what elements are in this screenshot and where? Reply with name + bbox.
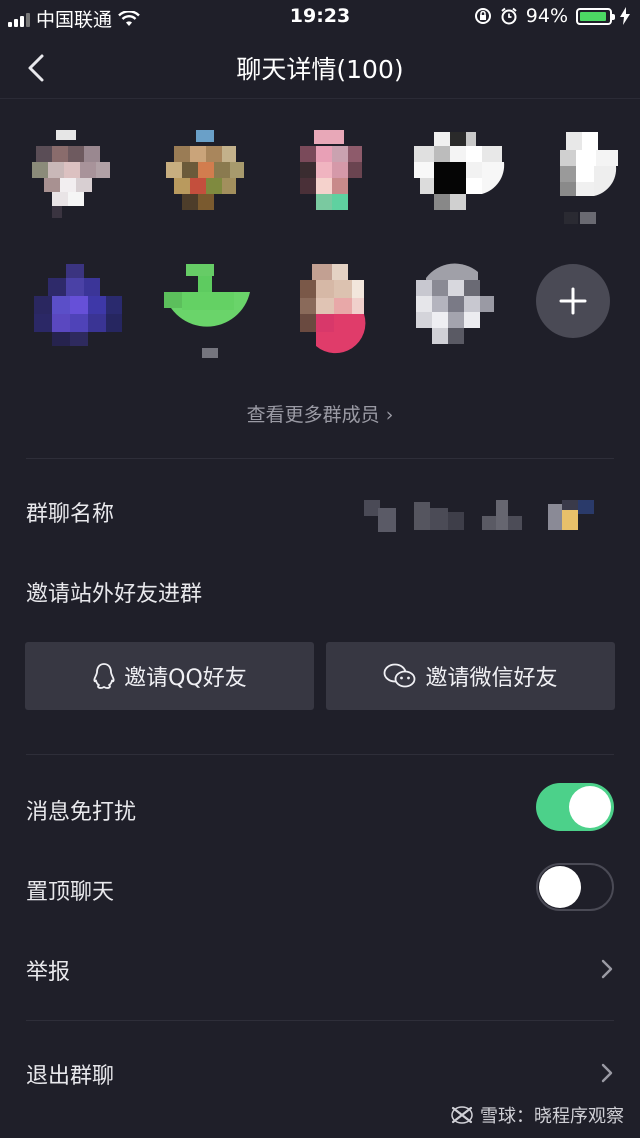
member-avatar[interactable] (292, 262, 388, 358)
qq-icon (93, 663, 115, 689)
member-avatar[interactable] (160, 262, 256, 358)
member-avatar[interactable] (26, 128, 122, 224)
group-name-label: 群聊名称 (26, 502, 115, 527)
chevron-right-icon (601, 1063, 613, 1083)
invite-qq-button[interactable]: 邀请QQ好友 (25, 642, 314, 710)
plus-icon (559, 287, 587, 315)
member-avatar[interactable] (160, 128, 256, 224)
report-label: 举报 (26, 960, 71, 985)
alarm-icon (501, 7, 517, 25)
invite-external-label: 邀请站外好友进群 (26, 582, 203, 607)
section-divider (26, 458, 614, 459)
status-right: 94% (474, 5, 630, 27)
member-avatar[interactable] (412, 128, 508, 224)
snowball-logo-icon (451, 1106, 473, 1124)
dnd-toggle[interactable] (536, 783, 614, 831)
exit-group-label: 退出群聊 (26, 1064, 115, 1089)
add-member-button[interactable] (536, 264, 610, 338)
battery-level (580, 11, 607, 21)
status-bar: 中国联通 19:23 94% (0, 0, 640, 36)
nav-bar: 聊天详情(100) (0, 36, 640, 98)
watermark-text: 雪球：晓程序观察 (480, 1106, 624, 1127)
orientation-lock-icon (474, 8, 491, 24)
toggle-knob (569, 786, 611, 828)
member-avatar[interactable] (412, 262, 508, 358)
pin-chat-toggle[interactable] (536, 863, 614, 911)
dnd-label: 消息免打扰 (26, 800, 137, 825)
group-name-value[interactable] (364, 498, 600, 534)
battery-icon (576, 7, 615, 25)
section-divider (26, 754, 614, 755)
page-title: 聊天详情(100) (236, 55, 404, 84)
nav-divider (0, 98, 640, 99)
member-avatar[interactable] (30, 262, 126, 358)
member-avatar[interactable] (294, 128, 390, 224)
invite-wechat-label: 邀请微信好友 (425, 666, 558, 691)
battery-percent: 94% (525, 5, 568, 27)
chevron-right-icon (601, 959, 613, 979)
report-row[interactable]: 举报 (0, 944, 640, 994)
wechat-icon (384, 663, 416, 688)
section-divider (26, 1020, 614, 1021)
invite-qq-label: 邀请QQ好友 (124, 666, 247, 691)
pin-chat-label: 置顶聊天 (26, 880, 115, 905)
charging-icon (620, 7, 630, 25)
chat-details-screen: 中国联通 19:23 94% 聊天详情(100) 查看更多群成员 › 群聊名称 … (0, 0, 640, 1138)
view-more-members-link[interactable]: 查看更多群成员 › (0, 400, 640, 427)
member-avatar[interactable] (546, 128, 640, 224)
toggle-knob (539, 866, 581, 908)
invite-wechat-button[interactable]: 邀请微信好友 (326, 642, 615, 710)
exit-group-row[interactable]: 退出群聊 (0, 1048, 640, 1098)
watermark: 雪球：晓程序观察 (450, 1102, 624, 1128)
